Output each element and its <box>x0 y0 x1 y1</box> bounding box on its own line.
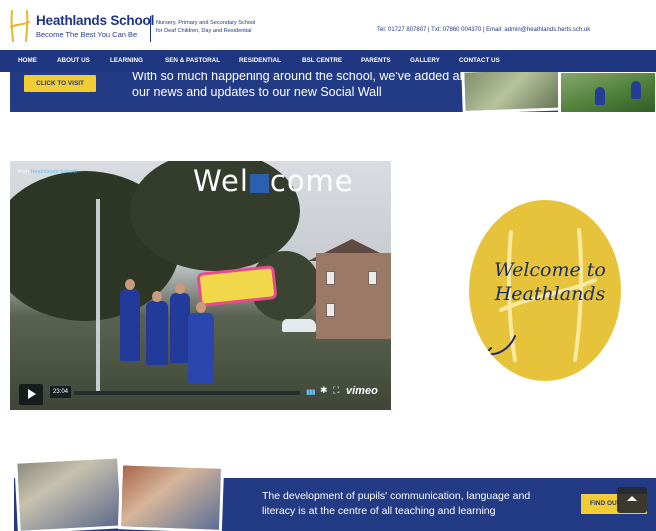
video-source[interactable]: from Heathlands School <box>18 169 77 175</box>
school-tagline: Become The Best You Can Be <box>36 30 138 39</box>
video-child-head <box>196 302 206 313</box>
social-wall-text-line1: With so much happening around the school… <box>132 72 466 83</box>
video-scene-car <box>282 319 316 332</box>
photo-child-figure <box>631 81 641 99</box>
video-child-head <box>152 291 162 302</box>
nav-item-contact-us[interactable]: Contact us <box>459 57 500 64</box>
video-controls: 23:04 ▮▮▮ ✱ ⛶ vimeo <box>10 382 391 410</box>
site-header: Heathlands School Become The Best You Ca… <box>0 0 656 50</box>
nav-item-parents[interactable]: Parents <box>361 57 391 64</box>
video-scene-pole <box>96 199 100 391</box>
video-child <box>170 293 190 363</box>
settings-gear-icon[interactable]: ✱ <box>320 385 328 396</box>
welcome-text-line1: Welcome to <box>494 259 606 281</box>
video-child <box>188 313 214 383</box>
school-name[interactable]: Heathlands School <box>36 13 154 28</box>
classroom-photo <box>14 455 124 531</box>
field-sports-photo <box>558 72 656 112</box>
school-description-line1: Nursery, Primary and Secondary School <box>156 20 256 26</box>
video-time: 23:04 <box>50 386 72 398</box>
main-nav: Home About us Learning SEN & Pastoral Re… <box>0 50 656 72</box>
social-wall-text-line2: our news and updates to our new Social W… <box>132 85 382 99</box>
communication-text: The development of pupils' communication… <box>262 489 562 519</box>
curved-arrow-icon <box>484 335 516 359</box>
nav-item-home[interactable]: Home <box>18 57 37 64</box>
social-wall-banner: CLICK TO VISIT With so much happening ar… <box>10 72 656 112</box>
nav-item-bsl-centre[interactable]: BSL Centre <box>302 57 342 64</box>
photo-child-figure <box>595 87 605 105</box>
video-title-o-box <box>249 174 269 193</box>
nav-item-sen-pastoral[interactable]: SEN & Pastoral <box>165 57 220 64</box>
nav-item-about-us[interactable]: About us <box>57 57 90 64</box>
video-player[interactable]: from Heathlands School Wel come 23:04 ▮▮▮… <box>10 161 391 410</box>
click-to-visit-button[interactable]: CLICK TO VISIT <box>24 75 96 92</box>
video-title-right: come <box>269 164 354 198</box>
scroll-top-chevron-icon[interactable] <box>617 487 647 513</box>
video-source-channel[interactable]: Heathlands School <box>31 169 77 175</box>
video-scene-house <box>316 253 391 339</box>
vimeo-logo[interactable]: vimeo <box>346 385 378 397</box>
video-progress-bar[interactable] <box>74 391 300 395</box>
school-description-line2: for Deaf Children, Day and Residential <box>156 28 252 34</box>
video-title-left: Wel <box>193 164 249 198</box>
nav-item-learning[interactable]: Learning <box>110 57 143 64</box>
nav-item-gallery[interactable]: Gallery <box>410 57 440 64</box>
contact-info[interactable]: Tel: 01727 807807 | Txt: 07860 004370 | … <box>377 27 590 33</box>
video-child-head <box>175 283 185 294</box>
video-child <box>120 289 140 361</box>
video-scene-window <box>368 271 377 285</box>
welcome-text: Welcome to Heathlands <box>485 258 615 306</box>
nav-item-residential[interactable]: Residential <box>239 57 281 64</box>
pupils-photo <box>117 462 225 531</box>
play-icon[interactable] <box>19 384 43 405</box>
school-description: Nursery, Primary and Secondary School fo… <box>156 19 255 35</box>
social-wall-text: With so much happening around the school… <box>132 72 472 100</box>
video-scene-window <box>326 303 335 317</box>
video-child-head <box>125 279 135 290</box>
communication-text-line2: literacy is at the centre of all teachin… <box>262 505 496 517</box>
volume-icon[interactable]: ▮▮▮ <box>306 388 316 396</box>
video-child <box>146 301 168 365</box>
welcome-text-line2: Heathlands <box>494 283 606 305</box>
video-source-prefix: from <box>18 169 29 175</box>
video-title: Wel come <box>193 164 354 198</box>
communication-text-line1: The development of pupils' communication… <box>262 490 531 502</box>
header-divider <box>150 16 151 42</box>
welcome-badge: Welcome to Heathlands <box>469 200 621 381</box>
video-scene-window <box>326 271 335 285</box>
heathlands-h-logo-icon[interactable] <box>8 9 32 43</box>
playground-photo <box>461 72 571 112</box>
fullscreen-icon[interactable]: ⛶ <box>333 385 339 396</box>
